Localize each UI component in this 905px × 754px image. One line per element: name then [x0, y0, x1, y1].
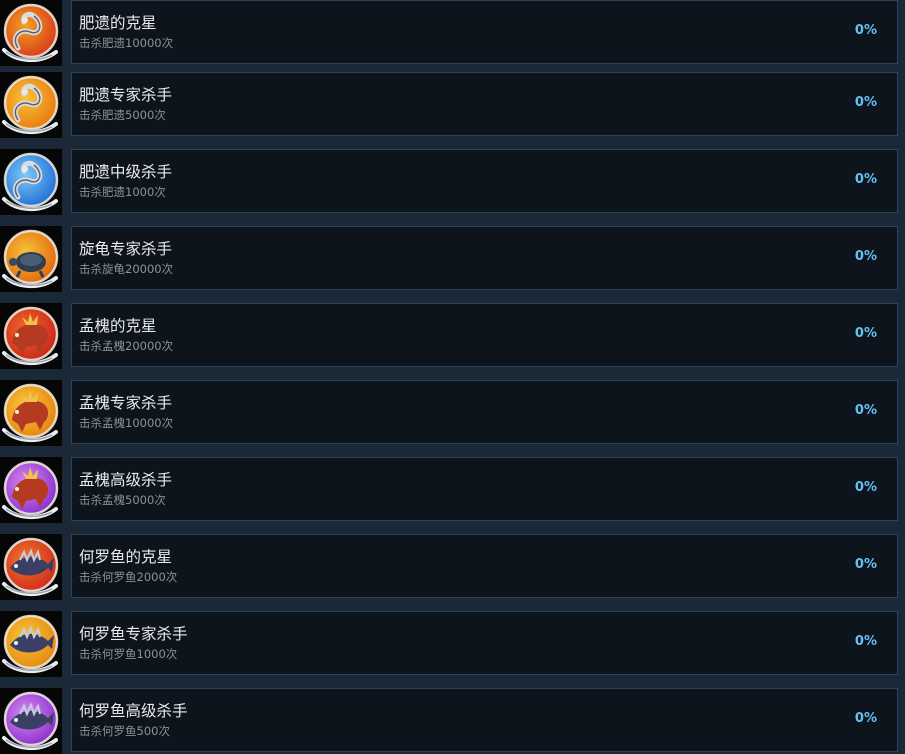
- unlock-percentage: 0%: [854, 326, 877, 341]
- heluoyu-gold-icon: [0, 611, 62, 677]
- achievement-row[interactable]: 肥遗中级杀手 击杀肥遗1000次 0%: [0, 149, 905, 226]
- heluoyu-red-icon-graphic: [2, 537, 59, 596]
- achievement-title: 孟槐的克星: [79, 317, 157, 335]
- achievement-card: 肥遗专家杀手 击杀肥遗5000次 0%: [71, 72, 898, 136]
- heluoyu-purple-icon: [0, 688, 62, 754]
- heluoyu-gold-icon-graphic: [2, 614, 59, 673]
- achievement-title: 肥遗专家杀手: [79, 86, 173, 104]
- unlock-percentage: 0%: [854, 557, 877, 572]
- achievement-description: 击杀旋龟20000次: [79, 262, 174, 276]
- achievement-title: 旋龟专家杀手: [79, 240, 173, 258]
- xuangui-gold-icon: [0, 226, 62, 292]
- achievement-card: 孟槐专家杀手 击杀孟槐10000次 0%: [71, 380, 898, 444]
- feiyi-red-icon: [0, 0, 62, 66]
- heluoyu-red-icon: [0, 534, 62, 600]
- achievement-row[interactable]: 肥遗专家杀手 击杀肥遗5000次 0%: [0, 72, 905, 149]
- achievement-card: 孟槐高级杀手 击杀孟槐5000次 0%: [71, 457, 898, 521]
- achievement-title: 何罗鱼高级杀手: [79, 702, 188, 720]
- achievement-list: 肥遗的克星 击杀肥遗10000次 0% 肥遗专家杀手 击杀肥遗5000次 0% …: [0, 0, 905, 754]
- unlock-percentage: 0%: [854, 711, 877, 726]
- feiyi-blue-icon: [0, 149, 62, 215]
- achievement-description: 击杀肥遗1000次: [79, 185, 166, 199]
- achievement-title: 孟槐高级杀手: [79, 471, 173, 489]
- achievement-card: 何罗鱼专家杀手 击杀何罗鱼1000次 0%: [71, 611, 898, 675]
- unlock-percentage: 0%: [854, 95, 877, 110]
- menghuai-gold-icon: [0, 380, 62, 446]
- achievement-description: 击杀肥遗10000次: [79, 36, 174, 50]
- achievement-card: 孟槐的克星 击杀孟槐20000次 0%: [71, 303, 898, 367]
- achievement-description: 击杀何罗鱼2000次: [79, 570, 178, 584]
- heluoyu-purple-icon-graphic: [2, 691, 59, 750]
- achievement-description: 击杀何罗鱼500次: [79, 724, 170, 738]
- unlock-percentage: 0%: [854, 634, 877, 649]
- achievement-row[interactable]: 旋龟专家杀手 击杀旋龟20000次 0%: [0, 226, 905, 303]
- xuangui-gold-icon-graphic: [2, 229, 59, 288]
- feiyi-gold-icon-graphic: [2, 75, 59, 134]
- achievement-title: 肥遗中级杀手: [79, 163, 173, 181]
- achievement-title: 孟槐专家杀手: [79, 394, 173, 412]
- achievement-description: 击杀孟槐5000次: [79, 493, 166, 507]
- menghuai-red-icon-graphic: [2, 306, 59, 365]
- achievement-row[interactable]: 何罗鱼的克星 击杀何罗鱼2000次 0%: [0, 534, 905, 611]
- unlock-percentage: 0%: [854, 403, 877, 418]
- achievement-row[interactable]: 何罗鱼专家杀手 击杀何罗鱼1000次 0%: [0, 611, 905, 688]
- unlock-percentage: 0%: [854, 23, 877, 38]
- unlock-percentage: 0%: [854, 480, 877, 495]
- menghuai-purple-icon: [0, 457, 62, 523]
- achievement-row[interactable]: 孟槐的克星 击杀孟槐20000次 0%: [0, 303, 905, 380]
- menghuai-gold-icon-graphic: [2, 383, 59, 442]
- achievement-description: 击杀孟槐10000次: [79, 416, 174, 430]
- achievement-title: 肥遗的克星: [79, 14, 157, 32]
- achievement-card: 旋龟专家杀手 击杀旋龟20000次 0%: [71, 226, 898, 290]
- achievement-card: 何罗鱼的克星 击杀何罗鱼2000次 0%: [71, 534, 898, 598]
- menghuai-purple-icon-graphic: [2, 460, 59, 519]
- feiyi-red-icon-graphic: [2, 3, 59, 62]
- achievement-title: 何罗鱼专家杀手: [79, 625, 188, 643]
- achievement-description: 击杀肥遗5000次: [79, 108, 166, 122]
- unlock-percentage: 0%: [854, 172, 877, 187]
- unlock-percentage: 0%: [854, 249, 877, 264]
- achievement-card: 何罗鱼高级杀手 击杀何罗鱼500次 0%: [71, 688, 898, 752]
- achievement-row[interactable]: 何罗鱼高级杀手 击杀何罗鱼500次 0%: [0, 688, 905, 754]
- achievement-description: 击杀孟槐20000次: [79, 339, 174, 353]
- menghuai-red-icon: [0, 303, 62, 369]
- achievement-row[interactable]: 孟槐专家杀手 击杀孟槐10000次 0%: [0, 380, 905, 457]
- achievement-title: 何罗鱼的克星: [79, 548, 173, 566]
- achievement-card: 肥遗的克星 击杀肥遗10000次 0%: [71, 0, 898, 64]
- feiyi-blue-icon-graphic: [2, 152, 59, 211]
- achievement-row[interactable]: 孟槐高级杀手 击杀孟槐5000次 0%: [0, 457, 905, 534]
- achievement-description: 击杀何罗鱼1000次: [79, 647, 178, 661]
- feiyi-gold-icon: [0, 72, 62, 138]
- achievement-card: 肥遗中级杀手 击杀肥遗1000次 0%: [71, 149, 898, 213]
- achievement-row[interactable]: 肥遗的克星 击杀肥遗10000次 0%: [0, 0, 905, 77]
